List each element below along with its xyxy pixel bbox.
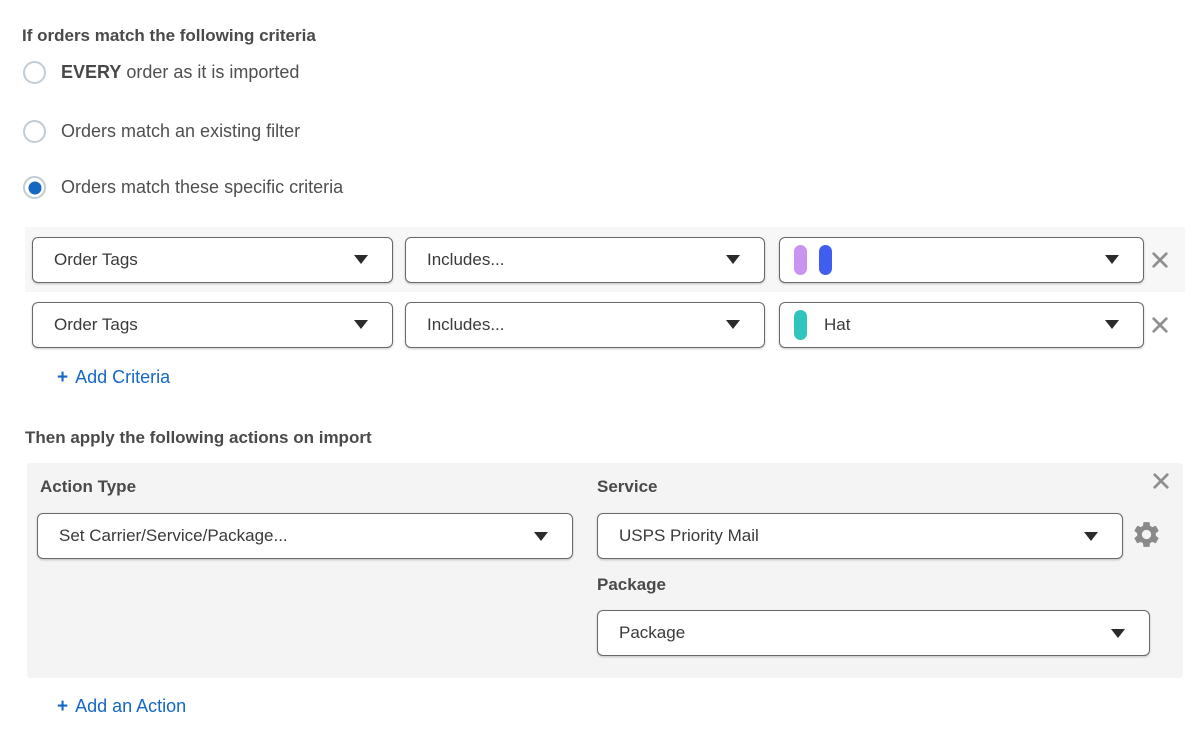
criteria-field-dropdown[interactable]: Order Tags [32,237,393,283]
action-type-dropdown[interactable]: Set Carrier/Service/Package... [37,513,573,559]
radio-label-rest: Orders match an existing filter [61,121,300,141]
criteria-row: Order Tags Includes... Hat [25,292,1185,357]
close-icon [1153,473,1169,489]
service-dropdown[interactable]: USPS Priority Mail [597,513,1123,559]
radio-option-existing-filter[interactable]: Orders match an existing filter [23,120,300,143]
add-action-label: Add an Action [75,696,186,717]
criteria-section-heading: If orders match the following criteria [22,26,316,46]
chevron-down-icon [354,320,368,329]
dropdown-value: Order Tags [54,315,354,335]
service-settings-button[interactable] [1131,519,1162,550]
remove-action-button[interactable] [1151,471,1171,491]
gear-icon [1131,519,1162,550]
criteria-field-dropdown[interactable]: Order Tags [32,302,393,348]
action-type-label: Action Type [40,477,136,497]
close-icon [1152,252,1168,268]
purple-tag-swatch [794,245,807,275]
criteria-operator-dropdown[interactable]: Includes... [405,302,765,348]
radio-label-bold: EVERY [61,62,121,82]
radio-icon[interactable] [23,61,46,84]
dropdown-value: USPS Priority Mail [619,526,1084,546]
dropdown-value: Order Tags [54,250,354,270]
radio-option-label: Orders match an existing filter [61,121,300,142]
criteria-row: Order Tags Includes... [25,227,1185,292]
criteria-value-dropdown[interactable]: Hat [779,302,1144,348]
teal-tag-swatch [794,310,807,340]
add-criteria-label: Add Criteria [75,367,170,388]
chevron-down-icon [1105,320,1119,329]
criteria-value-dropdown[interactable] [779,237,1144,283]
radio-selected-icon[interactable] [23,176,46,199]
service-label: Service [597,477,658,497]
criteria-rows: Order Tags Includes... Order Tags Includ… [25,227,1185,357]
chevron-down-icon [1111,629,1125,638]
radio-label-rest: order as it is imported [121,62,299,82]
plus-icon: + [57,367,68,389]
blue-tag-swatch [819,245,832,275]
remove-criteria-button[interactable] [1150,315,1170,335]
dropdown-value: Set Carrier/Service/Package... [59,526,534,546]
close-icon [1152,317,1168,333]
dropdown-value: Hat [824,315,1105,335]
chevron-down-icon [354,255,368,264]
radio-option-label: EVERY order as it is imported [61,62,299,83]
package-label: Package [597,575,666,595]
plus-icon: + [57,696,68,718]
dropdown-value: Package [619,623,1111,643]
add-criteria-link[interactable]: + Add Criteria [57,367,170,389]
radio-option-every-order[interactable]: EVERY order as it is imported [23,61,299,84]
radio-icon[interactable] [23,120,46,143]
radio-option-label: Orders match these specific criteria [61,177,343,198]
dropdown-value: Includes... [427,315,726,335]
chevron-down-icon [1105,255,1119,264]
chevron-down-icon [1084,532,1098,541]
criteria-operator-dropdown[interactable]: Includes... [405,237,765,283]
add-action-link[interactable]: + Add an Action [57,696,186,718]
radio-label-rest: Orders match these specific criteria [61,177,343,197]
chevron-down-icon [534,532,548,541]
package-dropdown[interactable]: Package [597,610,1150,656]
actions-section-heading: Then apply the following actions on impo… [25,428,372,448]
chevron-down-icon [726,255,740,264]
action-panel: Action Type Set Carrier/Service/Package.… [27,463,1183,678]
radio-option-specific-criteria[interactable]: Orders match these specific criteria [23,176,343,199]
remove-criteria-button[interactable] [1150,250,1170,270]
dropdown-value: Includes... [427,250,726,270]
chevron-down-icon [726,320,740,329]
